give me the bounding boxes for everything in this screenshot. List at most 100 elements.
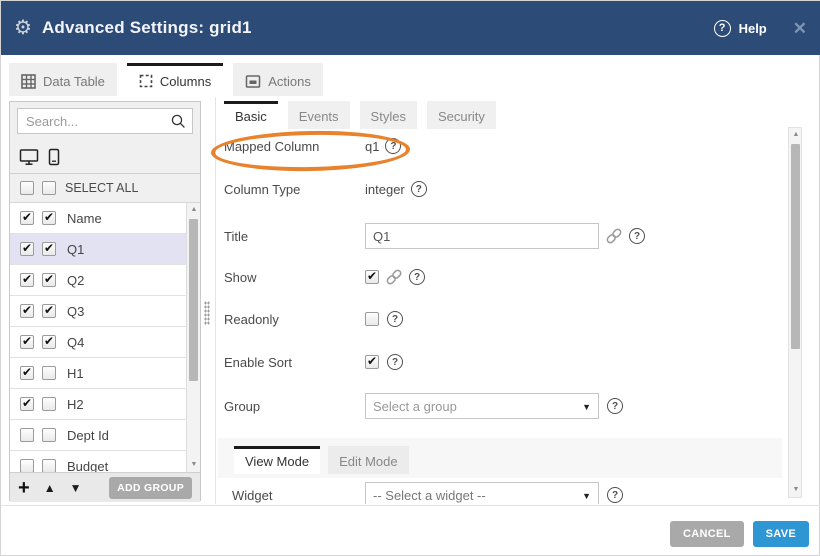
column-detail-panel: Basic Events Styles Security Mapped Colu…: [215, 97, 789, 504]
column-row[interactable]: Q2: [10, 265, 187, 296]
help-icon[interactable]: ?: [607, 398, 623, 414]
column-row[interactable]: Dept Id: [10, 420, 187, 451]
field-mapped-column: Mapped Column q1 ?: [224, 138, 401, 154]
tab-events[interactable]: Events: [288, 101, 350, 129]
scrollbar-thumb[interactable]: [791, 144, 800, 349]
field-label: Enable Sort: [224, 355, 365, 370]
widget-select-value: -- Select a widget --: [373, 488, 486, 503]
scroll-up-icon[interactable]: ▲: [187, 203, 200, 217]
desktop-checkbox[interactable]: [20, 304, 34, 318]
help-icon[interactable]: ?: [714, 20, 731, 37]
help-icon[interactable]: ?: [387, 311, 403, 327]
mobile-checkbox[interactable]: [42, 366, 56, 380]
gear-icon: ⚙: [14, 18, 32, 38]
tab-basic[interactable]: Basic: [224, 101, 278, 129]
mobile-checkbox[interactable]: [42, 459, 56, 472]
mobile-checkbox[interactable]: [42, 273, 56, 287]
tab-data-table[interactable]: Data Table: [9, 63, 117, 96]
bind-link-icon[interactable]: [605, 227, 623, 245]
column-row[interactable]: Budget: [10, 451, 187, 472]
column-row[interactable]: Name: [10, 203, 187, 234]
tab-label: Security: [438, 109, 485, 124]
search-box: [17, 108, 193, 134]
mobile-checkbox[interactable]: [42, 335, 56, 349]
actions-icon: [245, 74, 261, 89]
close-icon[interactable]: ✕: [793, 20, 807, 37]
panel-splitter-grip[interactable]: [204, 301, 210, 325]
title-input[interactable]: [365, 223, 599, 249]
chevron-down-icon: ▼: [582, 491, 591, 501]
detail-scrollbar[interactable]: ▲ ▼: [788, 127, 802, 498]
desktop-checkbox[interactable]: [20, 335, 34, 349]
dialog-footer: CANCEL SAVE: [670, 521, 809, 547]
search-input[interactable]: [18, 109, 192, 133]
move-down-button[interactable]: ▼: [70, 482, 82, 494]
tab-styles[interactable]: Styles: [360, 101, 417, 129]
cancel-button[interactable]: CANCEL: [670, 521, 744, 547]
field-label: Column Type: [224, 182, 365, 197]
widget-select[interactable]: -- Select a widget -- ▼: [365, 482, 599, 504]
bind-link-icon[interactable]: [385, 268, 403, 286]
tab-label: Data Table: [43, 74, 105, 89]
field-label: Show: [224, 270, 365, 285]
tab-security[interactable]: Security: [427, 101, 496, 129]
group-select[interactable]: Select a group ▼: [365, 393, 599, 419]
scroll-down-icon[interactable]: ▼: [187, 458, 200, 472]
tab-label: Styles: [371, 109, 406, 124]
help-icon[interactable]: ?: [607, 487, 623, 503]
enable-sort-checkbox[interactable]: [365, 355, 379, 369]
mobile-checkbox[interactable]: [42, 397, 56, 411]
help-icon[interactable]: ?: [385, 138, 401, 154]
column-row[interactable]: Q4: [10, 327, 187, 358]
search-icon[interactable]: [170, 113, 187, 130]
help-link[interactable]: Help: [739, 21, 767, 36]
desktop-checkbox[interactable]: [20, 211, 34, 225]
sidebar-scrollbar[interactable]: ▲ ▼: [186, 203, 200, 472]
readonly-checkbox[interactable]: [365, 312, 379, 326]
field-enable-sort: Enable Sort ?: [224, 354, 403, 370]
help-icon[interactable]: ?: [629, 228, 645, 244]
select-all-row[interactable]: SELECT ALL: [10, 174, 200, 203]
tab-actions[interactable]: Actions: [233, 63, 323, 96]
desktop-checkbox[interactable]: [20, 397, 34, 411]
column-label: Q2: [67, 273, 84, 288]
tab-view-mode[interactable]: View Mode: [234, 446, 320, 474]
desktop-checkbox[interactable]: [20, 428, 34, 442]
desktop-checkbox[interactable]: [20, 459, 34, 472]
help-icon[interactable]: ?: [411, 181, 427, 197]
mapped-column-value: q1: [365, 139, 379, 154]
column-row[interactable]: Q1: [10, 234, 187, 265]
add-column-button[interactable]: +: [18, 478, 30, 498]
move-up-button[interactable]: ▲: [44, 482, 56, 494]
detail-tab-bar: Basic Events Styles Security: [224, 101, 496, 129]
mobile-checkbox[interactable]: [42, 211, 56, 225]
desktop-checkbox[interactable]: [20, 242, 34, 256]
help-icon[interactable]: ?: [409, 269, 425, 285]
select-all-mobile-checkbox[interactable]: [42, 181, 56, 195]
mobile-checkbox[interactable]: [42, 428, 56, 442]
show-checkbox[interactable]: [365, 270, 379, 284]
mobile-icon[interactable]: [48, 148, 60, 166]
scroll-down-icon[interactable]: ▼: [789, 483, 803, 497]
desktop-checkbox[interactable]: [20, 366, 34, 380]
desktop-checkbox[interactable]: [20, 273, 34, 287]
help-icon[interactable]: ?: [387, 354, 403, 370]
save-button[interactable]: SAVE: [753, 521, 809, 547]
select-all-desktop-checkbox[interactable]: [20, 181, 34, 195]
mobile-checkbox[interactable]: [42, 242, 56, 256]
select-all-label: SELECT ALL: [65, 181, 138, 195]
sidebar-toolbar: + ▲ ▼ ADD GROUP: [10, 472, 200, 502]
mobile-checkbox[interactable]: [42, 304, 56, 318]
column-list: NameQ1 Q2 Q3Q4H1H2Dept IdBudget: [10, 203, 187, 472]
tab-edit-mode[interactable]: Edit Mode: [328, 446, 409, 474]
column-row[interactable]: Q3: [10, 296, 187, 327]
column-row[interactable]: H1: [10, 358, 187, 389]
desktop-icon[interactable]: [19, 148, 39, 166]
scroll-up-icon[interactable]: ▲: [789, 128, 803, 142]
scrollbar-thumb[interactable]: [189, 219, 198, 381]
add-group-button[interactable]: ADD GROUP: [109, 477, 192, 499]
column-row[interactable]: H2: [10, 389, 187, 420]
group-select-value: Select a group: [373, 399, 457, 414]
tab-columns[interactable]: Columns: [127, 63, 223, 96]
field-title: Title ?: [224, 223, 645, 249]
